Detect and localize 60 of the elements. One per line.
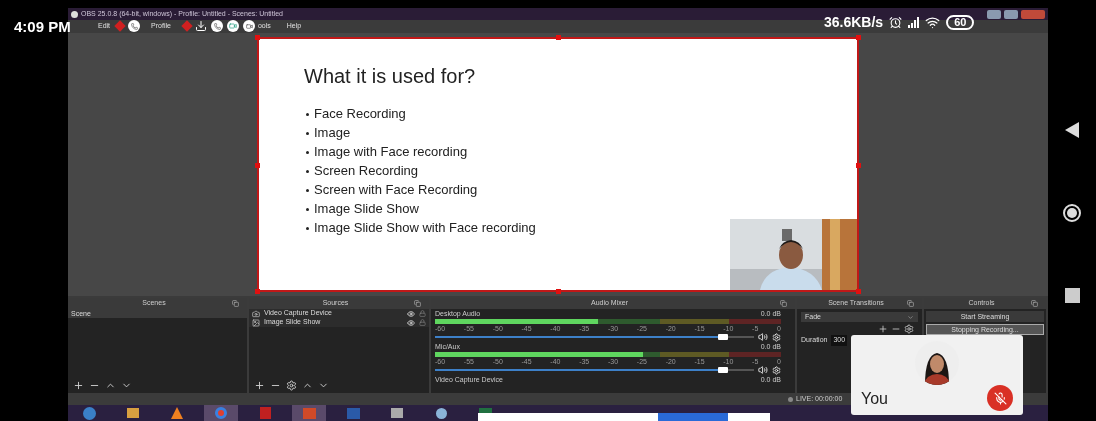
clock-time: 4:09 PM — [14, 20, 71, 34]
bullet-text: Face Recording — [314, 105, 406, 123]
add-icon[interactable] — [254, 379, 265, 391]
eye-icon[interactable] — [407, 309, 415, 318]
settings-icon[interactable] — [286, 379, 297, 391]
alarm-icon — [889, 16, 903, 29]
bullet-text: Image with Face recording — [314, 143, 468, 161]
undock-icon[interactable] — [1031, 300, 1038, 307]
bullet-icon — [306, 169, 309, 173]
speaker-icon[interactable] — [758, 332, 768, 342]
camera-icon — [252, 309, 260, 318]
back-icon[interactable] — [1065, 122, 1079, 138]
slide-title: What it is used for? — [304, 64, 477, 89]
home-icon[interactable] — [1063, 204, 1081, 222]
image-icon — [252, 318, 260, 327]
bullet-text: Image — [314, 124, 351, 142]
volume-handle[interactable] — [718, 334, 729, 340]
bullet-icon — [306, 131, 309, 135]
close-button[interactable] — [1021, 9, 1045, 19]
maximize-button[interactable] — [1004, 9, 1018, 19]
undock-icon[interactable] — [414, 300, 421, 307]
app-icon — [71, 10, 78, 18]
resize-handle[interactable] — [255, 163, 260, 168]
mic-off-icon — [993, 391, 1007, 405]
bullet-icon — [306, 226, 309, 230]
bullet-icon — [306, 207, 309, 211]
bullet-icon — [306, 188, 309, 192]
resize-handle[interactable] — [556, 35, 561, 40]
network-speed: 36.6KB/s — [824, 13, 884, 32]
resize-handle[interactable] — [856, 35, 861, 40]
eye-icon[interactable] — [407, 318, 415, 327]
settings-icon[interactable] — [904, 324, 914, 334]
bullet-icon — [306, 150, 309, 154]
resize-handle[interactable] — [856, 289, 861, 294]
resize-handle[interactable] — [556, 289, 561, 294]
download-icon — [195, 20, 207, 32]
recents-icon[interactable] — [1064, 288, 1080, 303]
minimize-button[interactable] — [987, 9, 1001, 19]
undock-icon[interactable] — [907, 300, 914, 307]
mute-button[interactable] — [987, 385, 1013, 411]
volume-handle[interactable] — [718, 367, 729, 373]
bullet-text: Image Slide Show with Face recording — [314, 219, 536, 237]
add-icon[interactable] — [878, 324, 888, 334]
bullet-icon — [306, 112, 309, 116]
participant-name: You — [861, 389, 888, 409]
resize-handle[interactable] — [255, 35, 260, 40]
live-indicator-icon — [788, 396, 793, 402]
undock-icon[interactable] — [232, 300, 239, 307]
speaker-icon[interactable] — [758, 365, 768, 375]
resize-handle[interactable] — [856, 163, 861, 168]
bullet-text: Screen with Face Recording — [314, 181, 478, 199]
bullet-text: Image Slide Show — [314, 200, 419, 218]
resize-handle[interactable] — [255, 289, 260, 294]
battery-icon: 60 — [946, 15, 975, 30]
bullet-text: Screen Recording — [314, 162, 419, 180]
dropdown-icon — [907, 313, 914, 321]
signal-icon — [908, 17, 920, 28]
add-icon[interactable] — [73, 379, 84, 391]
undock-icon[interactable] — [780, 300, 787, 307]
wifi-icon — [925, 15, 941, 30]
